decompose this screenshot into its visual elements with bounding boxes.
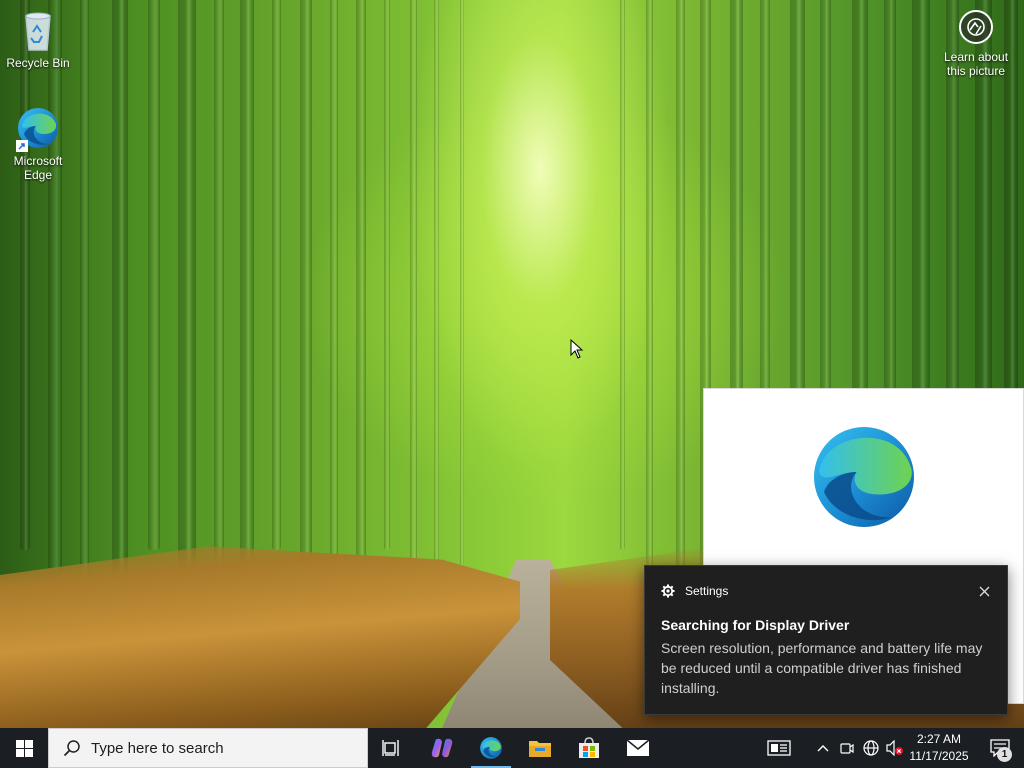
taskbar-edge-button[interactable]	[467, 728, 515, 768]
bamboo-stalk	[384, 0, 390, 550]
notification-count-badge: 1	[997, 747, 1012, 762]
network-button[interactable]	[860, 728, 882, 768]
close-icon[interactable]	[975, 582, 993, 600]
desktop-icon-recycle-bin[interactable]: Recycle Bin	[0, 6, 76, 70]
bamboo-stalk	[148, 0, 160, 550]
toast-notification[interactable]: Settings Searching for Display Driver Sc…	[644, 565, 1008, 715]
bamboo-stalk	[676, 0, 685, 590]
shortcut-arrow-icon	[16, 140, 28, 152]
network-icon	[863, 740, 879, 756]
camera-aperture-icon	[959, 10, 993, 44]
edge-icon	[14, 104, 62, 152]
bamboo-stalk	[178, 0, 196, 570]
bamboo-stalk	[112, 0, 128, 610]
taskbar: Type here to search 2:27 AM 11/17/2025 1	[0, 728, 1024, 768]
clock[interactable]: 2:27 AM 11/17/2025	[900, 728, 978, 768]
bamboo-stalk	[330, 0, 338, 590]
news-icon	[767, 740, 791, 756]
search-placeholder: Type here to search	[91, 739, 224, 757]
toast-body: Screen resolution, performance and batte…	[661, 640, 983, 696]
bamboo-stalk	[272, 0, 281, 550]
copilot-button[interactable]	[418, 728, 466, 768]
bamboo-stalk	[620, 0, 625, 550]
news-button[interactable]	[758, 728, 800, 768]
bamboo-stalk	[410, 0, 417, 570]
bamboo-stalk	[80, 0, 89, 590]
learn-about-picture[interactable]: Learn about this picture	[936, 10, 1016, 78]
edge-icon	[480, 737, 502, 759]
toast-header: Settings	[661, 584, 728, 598]
mail-icon	[626, 739, 650, 756]
desktop-icon-edge[interactable]: Microsoft Edge	[0, 104, 76, 182]
show-hidden-icons-button[interactable]	[812, 728, 834, 768]
toast-app-name: Settings	[685, 584, 729, 598]
bamboo-stalk	[646, 0, 653, 570]
start-button[interactable]	[0, 728, 48, 768]
chevron-up-icon	[817, 745, 829, 752]
desktop-icon-label: Microsoft Edge	[13, 154, 63, 182]
bamboo-stalk	[434, 0, 439, 590]
copilot-icon	[431, 738, 453, 758]
edge-logo	[804, 417, 924, 542]
bamboo-stalk	[300, 0, 312, 570]
windows-logo-icon	[15, 739, 33, 757]
task-view-icon	[382, 740, 399, 756]
learn-about-label: Learn about this picture	[943, 50, 1009, 78]
bamboo-stalk	[460, 0, 464, 610]
mouse-cursor-icon	[570, 338, 584, 364]
taskbar-search-box[interactable]: Type here to search	[48, 728, 368, 768]
bamboo-stalk	[20, 0, 30, 550]
bamboo-stalk	[356, 0, 366, 610]
meet-now-icon	[840, 743, 854, 754]
task-view-button[interactable]	[368, 728, 416, 768]
clock-time: 2:27 AM	[916, 732, 962, 746]
action-center-button[interactable]: 1	[980, 728, 1020, 768]
bamboo-stalk	[214, 0, 224, 590]
wallpaper-grass-left	[0, 546, 520, 728]
desktop-icon-label: Recycle Bin	[6, 56, 70, 70]
toast-title: Searching for Display Driver	[661, 617, 850, 633]
store-icon	[579, 737, 599, 758]
mail-button[interactable]	[614, 728, 662, 768]
recycle-bin-icon	[14, 6, 62, 54]
bamboo-stalk	[48, 0, 62, 570]
bamboo-stalk	[240, 0, 254, 610]
search-icon	[63, 739, 81, 757]
meet-now-button[interactable]	[836, 728, 858, 768]
folder-icon	[529, 741, 551, 757]
clock-date: 11/17/2025	[909, 749, 969, 763]
file-explorer-button[interactable]	[516, 728, 564, 768]
store-button[interactable]	[565, 728, 613, 768]
gear-icon	[661, 584, 675, 598]
